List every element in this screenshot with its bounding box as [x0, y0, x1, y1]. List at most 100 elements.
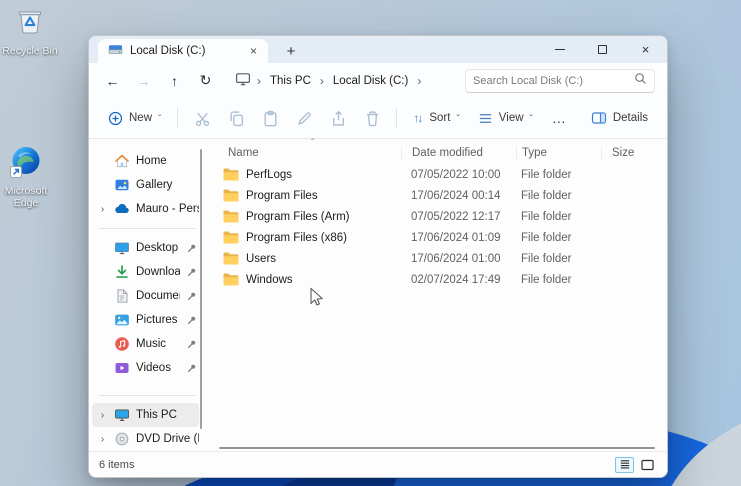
- cut-button[interactable]: [185, 103, 219, 133]
- desktop-icon-label: Recycle Bin: [2, 45, 58, 57]
- pin-icon[interactable]: [186, 315, 197, 326]
- details-pane-button[interactable]: Details: [582, 104, 657, 132]
- navigation-bar: ← → ↑ ↻ › This PC › Local Disk (C:) ›: [89, 63, 667, 98]
- file-name: Program Files (Arm): [246, 210, 350, 223]
- minimize-button[interactable]: [538, 36, 581, 63]
- maximize-button[interactable]: [581, 36, 624, 63]
- sidebar-item-home[interactable]: Home: [92, 149, 199, 173]
- column-headers: ˆ Name Date modified Type Size: [206, 138, 667, 164]
- pin-icon[interactable]: [186, 267, 197, 278]
- file-name: Program Files: [246, 189, 318, 202]
- file-row[interactable]: Users 17/06/2024 01:00 File folder: [206, 248, 667, 269]
- sort-button[interactable]: ↑↓ Sort ˇ: [404, 105, 468, 131]
- trash-icon: [366, 110, 378, 126]
- file-type: File folder: [521, 168, 572, 181]
- breadcrumb-this-pc[interactable]: This PC: [267, 73, 314, 89]
- sidebar-item-pictures[interactable]: Pictures: [92, 308, 199, 332]
- pin-icon[interactable]: [186, 363, 197, 374]
- file-row[interactable]: Windows 02/07/2024 17:49 File folder: [206, 269, 667, 290]
- search-input[interactable]: [473, 74, 634, 87]
- sidebar-item-label: Gallery: [136, 179, 173, 191]
- sidebar-item-label: Downloads: [136, 266, 180, 278]
- downloads-icon: [114, 264, 130, 280]
- chevron-right-icon[interactable]: ›: [97, 434, 108, 445]
- pin-icon[interactable]: [186, 291, 197, 302]
- close-button[interactable]: ×: [624, 36, 667, 63]
- file-row[interactable]: PerfLogs 07/05/2022 10:00 File folder: [206, 164, 667, 185]
- rename-button[interactable]: [287, 103, 321, 133]
- dvd-drive-icon: [114, 431, 130, 447]
- edge-shortcut[interactable]: Microsoft Edge: [0, 146, 56, 209]
- sidebar-item-documents[interactable]: Documents: [92, 284, 199, 308]
- navigation-pane: Home Gallery › Mauro - Per Desktop Downl…: [89, 139, 206, 451]
- copy-button[interactable]: [219, 103, 253, 133]
- new-button[interactable]: New ˇ: [99, 105, 170, 132]
- this-pc-icon: [114, 407, 130, 423]
- see-more-button[interactable]: …: [542, 106, 577, 130]
- file-date: 17/06/2024 00:14: [411, 189, 501, 202]
- details-view-icon: [620, 460, 629, 469]
- sidebar-item-this-pc[interactable]: › This PC: [92, 403, 199, 427]
- sort-arrows-icon: ↑↓: [413, 111, 423, 125]
- thumbnail-view-toggle[interactable]: [638, 457, 657, 473]
- up-button[interactable]: ↑: [159, 67, 190, 95]
- breadcrumb-local-disk[interactable]: Local Disk (C:): [330, 73, 411, 89]
- sidebar-item-downloads[interactable]: Downloads: [92, 260, 199, 284]
- chevron-down-icon: ˇ: [529, 114, 533, 125]
- file-row[interactable]: Program Files (x86) 17/06/2024 01:09 Fil…: [206, 227, 667, 248]
- sidebar-separator: [99, 395, 196, 396]
- view-button[interactable]: View ˇ: [469, 105, 542, 132]
- tab-local-disk[interactable]: Local Disk (C:) ×: [98, 39, 268, 63]
- horizontal-scrollbar[interactable]: [219, 447, 655, 449]
- sidebar-item-label: Music: [136, 338, 167, 350]
- sidebar-item-onedrive[interactable]: › Mauro - Persona: [92, 197, 199, 221]
- file-row[interactable]: Program Files (Arm) 07/05/2022 12:17 Fil…: [206, 206, 667, 227]
- recycle-bin-shortcut[interactable]: Recycle Bin: [0, 4, 62, 57]
- sidebar-item-videos[interactable]: Videos: [92, 356, 199, 380]
- pin-icon[interactable]: [186, 339, 197, 350]
- refresh-button[interactable]: ↻: [190, 67, 221, 95]
- documents-icon: [114, 288, 130, 304]
- edge-icon: [10, 146, 42, 183]
- column-header-type[interactable]: Type: [516, 145, 601, 160]
- scissors-icon: [195, 112, 210, 126]
- file-name: Program Files (x86): [246, 231, 347, 244]
- details-view-toggle[interactable]: [615, 456, 634, 473]
- thumbnail-view-icon: [641, 459, 654, 470]
- sidebar-item-label: DVD Drive (D:) V: [136, 433, 199, 445]
- command-toolbar: New ˇ ↑↓ Sort ˇ View ˇ … Details: [89, 98, 667, 139]
- folder-icon: [223, 252, 239, 265]
- folder-icon: [223, 210, 239, 223]
- file-type: File folder: [521, 231, 572, 244]
- column-header-size[interactable]: Size: [601, 145, 656, 160]
- sidebar-item-label: Videos: [136, 362, 171, 374]
- file-date: 02/07/2024 17:49: [411, 273, 501, 286]
- desktop-icon-label: Microsoft Edge: [4, 185, 48, 210]
- column-header-date[interactable]: Date modified: [401, 145, 516, 160]
- chevron-right-icon[interactable]: ›: [97, 204, 108, 215]
- column-header-name[interactable]: Name: [206, 147, 401, 159]
- sidebar-item-music[interactable]: Music: [92, 332, 199, 356]
- tab-close-icon[interactable]: ×: [245, 43, 262, 60]
- share-button[interactable]: [321, 103, 355, 133]
- delete-button[interactable]: [355, 103, 389, 133]
- sidebar-item-gallery[interactable]: Gallery: [92, 173, 199, 197]
- back-button[interactable]: ←: [97, 67, 128, 95]
- sidebar-item-desktop[interactable]: Desktop: [92, 236, 199, 260]
- file-date: 07/05/2022 12:17: [411, 210, 501, 223]
- pin-icon[interactable]: [186, 243, 197, 254]
- home-icon: [114, 153, 130, 169]
- drive-icon: [108, 42, 123, 60]
- forward-button[interactable]: →: [128, 67, 159, 95]
- new-tab-button[interactable]: +: [278, 39, 304, 63]
- file-list-pane: ˆ Name Date modified Type Size PerfLogs …: [206, 138, 667, 451]
- file-row[interactable]: Program Files 17/06/2024 00:14 File fold…: [206, 185, 667, 206]
- chevron-right-icon[interactable]: ›: [97, 410, 108, 421]
- paste-button[interactable]: [253, 103, 287, 133]
- sidebar-item-dvd-drive[interactable]: › DVD Drive (D:) V: [92, 427, 199, 451]
- chevron-right-icon[interactable]: ›: [417, 74, 421, 88]
- sidebar-scrollbar[interactable]: [199, 149, 202, 429]
- gallery-icon: [114, 177, 130, 193]
- maximize-icon: [598, 45, 607, 54]
